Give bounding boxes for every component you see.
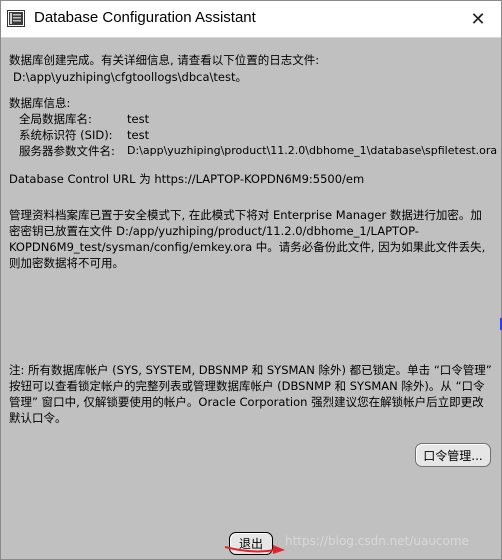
- global-db-name-label: 全局数据库名:: [19, 112, 92, 126]
- dialog-content: 数据库创建完成。有关详细信息, 请查看以下位置的日志文件: D:\app\yuz…: [1, 38, 501, 559]
- password-management-button[interactable]: 口令管理...: [415, 443, 491, 467]
- dbca-window: Database Configuration Assistant ✕ 数据库创建…: [0, 0, 502, 560]
- window-title: Database Configuration Assistant: [34, 9, 256, 26]
- sid-value: test: [127, 128, 150, 142]
- title-bar[interactable]: Database Configuration Assistant ✕: [1, 1, 501, 38]
- completion-message: 数据库创建完成。有关详细信息, 请查看以下位置的日志文件:: [9, 53, 320, 67]
- db-info-heading: 数据库信息:: [9, 96, 71, 110]
- spfile-label: 服务器参数文件名:: [19, 144, 115, 158]
- app-icon: [7, 10, 25, 27]
- close-icon[interactable]: ✕: [455, 1, 501, 37]
- log-path: D:\app\yuzhiping\cfgtoollogs\dbca\test。: [13, 70, 247, 84]
- secure-mode-text: 管理资料档案库已置于安全模式下, 在此模式下将对 Enterprise Mana…: [9, 208, 486, 270]
- red-arrow-annotation: [224, 545, 285, 554]
- global-db-name-value: test: [127, 112, 150, 126]
- account-lock-note: 注: 所有数据库帐户 (SYS, SYSTEM, DBSNMP 和 SYSMAN…: [9, 363, 492, 425]
- control-url: Database Control URL 为 https://LAPTOP-KO…: [9, 172, 365, 186]
- watermark: https://blog.csdn.net/uaucome: [285, 534, 469, 548]
- sid-label: 系统标识符 (SID):: [19, 128, 113, 142]
- spfile-value: D:\app\yuzhiping\product\11.2.0\dbhome_1…: [127, 144, 498, 157]
